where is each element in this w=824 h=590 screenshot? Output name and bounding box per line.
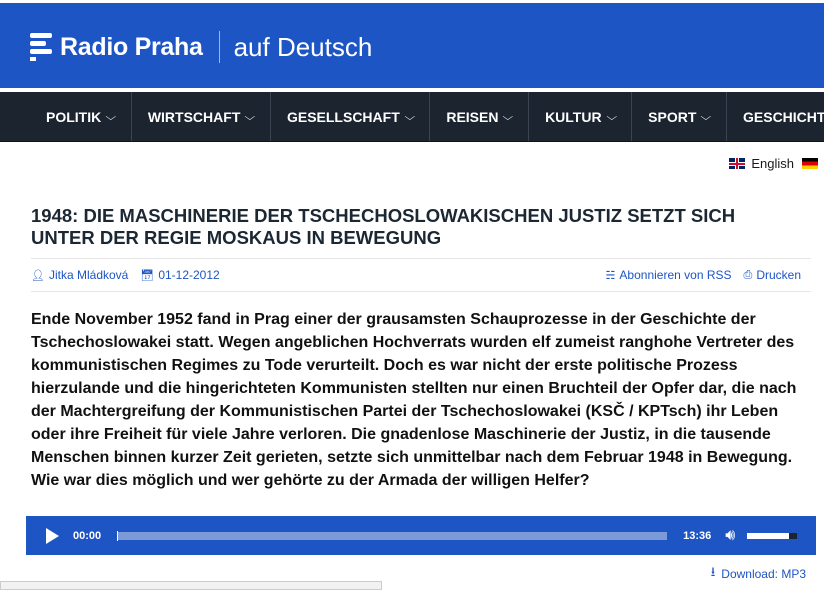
- chevron-down-icon: ⌵: [404, 111, 415, 123]
- duration: 13:36: [683, 529, 712, 542]
- article-lead: Ende November 1952 fand in Prag einer de…: [31, 311, 797, 489]
- article-meta: 👤︎ Jitka Mládková 📅︎ 01-12-2012 ☵ Abonni…: [31, 258, 811, 292]
- download-link[interactable]: ⭳ Download: MP3: [711, 563, 806, 585]
- nav-item-sport[interactable]: SPORT ⌵: [632, 92, 727, 141]
- nav-item-geschichte[interactable]: GESCHICHTE: [727, 92, 824, 141]
- rss-link[interactable]: ☵ Abonnieren von RSS: [606, 268, 732, 282]
- brand-subtitle: auf Deutsch: [233, 31, 373, 62]
- article-title: 1948: Die Maschinerie der tschechoslowak…: [31, 205, 736, 248]
- uk-flag-icon: [729, 158, 746, 169]
- nav-item-wirtschaft[interactable]: WIRTSCHAFT ⌵: [132, 92, 271, 141]
- download-icon: ⭳: [710, 564, 716, 579]
- status-bar: [0, 581, 382, 590]
- language-switcher[interactable]: English: [729, 156, 818, 171]
- radio-logo-icon: [30, 33, 52, 61]
- chevron-down-icon: ⌵: [700, 111, 712, 123]
- user-icon: 👤︎: [31, 269, 45, 282]
- brand-name: Radio Praha: [60, 32, 203, 61]
- nav-item-gesellschaft[interactable]: GESELLSCHAFT ⌵: [271, 92, 431, 141]
- logo-divider: [218, 31, 220, 63]
- chevron-down-icon: ⌵: [502, 111, 514, 123]
- volume-icon[interactable]: 🔊︎: [725, 527, 735, 545]
- site-logo[interactable]: Radio Praha auf Deutsch: [30, 31, 372, 63]
- german-flag-icon[interactable]: [802, 158, 818, 169]
- print-icon: ⎙: [743, 268, 753, 281]
- volume-slider[interactable]: [747, 532, 798, 539]
- play-icon[interactable]: [46, 527, 59, 544]
- progress-rail[interactable]: [117, 530, 668, 541]
- calendar-icon: 📅︎: [140, 269, 155, 282]
- author-link[interactable]: 👤︎ Jitka Mládková: [31, 268, 128, 282]
- rss-icon: ☵: [605, 269, 616, 282]
- language-label[interactable]: English: [751, 156, 794, 171]
- chevron-down-icon: ⌵: [244, 111, 256, 123]
- audio-player: 00:00 13:36 🔊︎: [26, 516, 816, 555]
- site-header: Radio Praha auf Deutsch: [0, 0, 824, 88]
- nav-item-reisen[interactable]: REISEN ⌵: [430, 92, 530, 141]
- main-nav: POLITIK ⌵ WIRTSCHAFT ⌵ GESELLSCHAFT ⌵ REISE…: [0, 92, 824, 142]
- publish-date: 📅︎ 01-12-2012: [140, 268, 220, 282]
- chevron-down-icon: ⌵: [105, 111, 117, 123]
- print-link[interactable]: ⎙ Drucken: [744, 268, 802, 282]
- chevron-down-icon: ⌵: [606, 111, 617, 123]
- progress-handle[interactable]: [117, 530, 119, 541]
- nav-item-kultur[interactable]: KULTUR ⌵: [529, 92, 633, 141]
- current-time: 00:00: [73, 529, 102, 542]
- nav-item-politik[interactable]: POLITIK ⌵: [0, 92, 132, 141]
